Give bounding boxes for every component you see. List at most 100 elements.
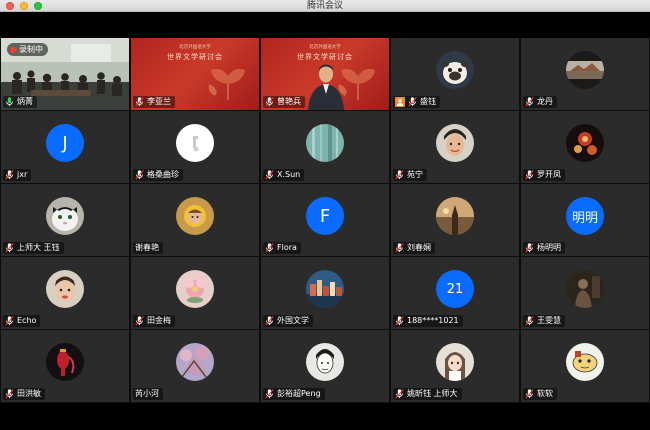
participant-label: 谢春艳: [133, 242, 163, 254]
avatar: [306, 343, 344, 381]
mic-muted-icon: [135, 170, 144, 180]
avatar: [306, 124, 344, 162]
mic-muted-icon: [265, 316, 274, 326]
participant-tile[interactable]: 刘春娴: [391, 184, 519, 256]
participant-tile[interactable]: 盛钰: [391, 38, 519, 110]
participant-name: 188****1021: [407, 316, 459, 325]
participant-name: jxr: [17, 170, 28, 179]
participant-tile[interactable]: 软软: [521, 330, 649, 402]
top-toolbar: [0, 12, 650, 38]
participant-label: 苑宁: [393, 169, 427, 181]
participant-label: 格桑曲珍: [133, 169, 183, 181]
participant-label: 李亚兰: [133, 96, 175, 108]
participant-name: 彭裕超Peng: [277, 389, 321, 398]
mic-muted-icon: [265, 243, 274, 253]
participant-tile[interactable]: 录制中 炳菁: [1, 38, 129, 110]
participant-name: 苑宁: [407, 170, 423, 179]
mic-muted-icon: [408, 97, 417, 107]
participant-tile[interactable]: 姚昕钰 上师大: [391, 330, 519, 402]
participant-label: X.Sun: [263, 169, 305, 181]
participant-label: 刘春娴: [393, 242, 435, 254]
participant-tile[interactable]: 彭裕超Peng: [261, 330, 389, 402]
participant-tile[interactable]: 北京外国语大学 世界文学研讨会 曾艳兵: [261, 38, 389, 110]
mic-muted-icon: [525, 316, 534, 326]
participant-tile[interactable]: 明明 杨明明: [521, 184, 649, 256]
participant-name: 田金梅: [147, 316, 171, 325]
mic-muted-icon: [135, 97, 144, 107]
mic-muted-icon: [265, 389, 274, 399]
avatar: F: [306, 197, 344, 235]
participant-label: 盛钰: [393, 96, 440, 108]
participant-name: 王雯慧: [537, 316, 561, 325]
window-title: 腾讯会议: [306, 1, 343, 11]
participant-tile[interactable]: 田洪敏: [1, 330, 129, 402]
participant-tile[interactable]: 谢春艳: [131, 184, 259, 256]
participant-tile[interactable]: X.Sun: [261, 111, 389, 183]
avatar: [566, 270, 604, 308]
participant-label: 姚昕钰 上师大: [393, 388, 462, 400]
slide-title: 世界文学研讨会: [167, 53, 223, 61]
participant-name: 软软: [537, 389, 553, 398]
participant-tile[interactable]: 王雯慧: [521, 257, 649, 329]
bottom-toolbar: [0, 403, 650, 430]
speaker-video: [305, 60, 347, 110]
slide-org-text: 北京外国语大学: [179, 45, 211, 50]
participant-tile[interactable]: 芮小河: [131, 330, 259, 402]
participant-tile[interactable]: 外国文学: [261, 257, 389, 329]
participant-label: 罗开凤: [523, 169, 565, 181]
participant-tile[interactable]: Jjxr: [1, 111, 129, 183]
mic-muted-icon: [265, 170, 274, 180]
participant-label: 田洪敏: [3, 388, 45, 400]
participant-tile[interactable]: 田金梅: [131, 257, 259, 329]
mic-icon: [5, 97, 14, 107]
participant-name: 罗开凤: [537, 170, 561, 179]
participant-tile[interactable]: 格桑曲珍: [131, 111, 259, 183]
participant-label: 田金梅: [133, 315, 175, 327]
avatar: [566, 51, 604, 89]
avatar: [436, 197, 474, 235]
record-dot-icon: [10, 46, 16, 53]
mic-muted-icon: [265, 97, 274, 107]
participant-name: 龙丹: [537, 97, 553, 106]
participant-name: X.Sun: [277, 170, 301, 179]
mic-muted-icon: [395, 389, 404, 399]
participant-tile[interactable]: 罗开凤: [521, 111, 649, 183]
avatar: [566, 343, 604, 381]
mic-muted-icon: [525, 389, 534, 399]
participant-label: 芮小河: [133, 388, 163, 400]
mic-muted-icon: [5, 389, 14, 399]
participant-label: 彭裕超Peng: [263, 388, 325, 400]
participant-tile[interactable]: 上师大 王钰: [1, 184, 129, 256]
participant-tile[interactable]: F Flora: [261, 184, 389, 256]
participant-name: 田洪敏: [17, 389, 41, 398]
user-icon: [395, 97, 405, 107]
participant-label: 炳菁: [3, 96, 37, 108]
participant-name: 盛钰: [420, 97, 436, 106]
avatar: [436, 124, 474, 162]
window-titlebar: 腾讯会议: [0, 0, 650, 12]
participant-tile[interactable]: 21 188****1021: [391, 257, 519, 329]
participant-label: 龙丹: [523, 96, 557, 108]
avatar: [566, 124, 604, 162]
avatar: [176, 124, 214, 162]
participant-label: 上师大 王钰: [3, 242, 64, 254]
mic-muted-icon: [5, 170, 14, 180]
participant-tile[interactable]: 龙丹: [521, 38, 649, 110]
avatar: 21: [436, 270, 474, 308]
avatar: [176, 197, 214, 235]
mic-muted-icon: [525, 170, 534, 180]
participant-label: Echo: [3, 315, 41, 327]
participant-label: 188****1021: [393, 315, 463, 327]
participant-name: 李亚兰: [147, 97, 171, 106]
mic-muted-icon: [395, 243, 404, 253]
avatar: [176, 343, 214, 381]
participant-tile[interactable]: 北京外国语大学世界文学研讨会李亚兰: [131, 38, 259, 110]
participant-label: 外国文学: [263, 315, 313, 327]
participant-name: 炳菁: [17, 97, 33, 106]
participant-name: 姚昕钰 上师大: [407, 389, 458, 398]
participant-tile[interactable]: 苑宁: [391, 111, 519, 183]
participant-name: 刘春娴: [407, 243, 431, 252]
avatar: [46, 197, 84, 235]
participant-tile[interactable]: Echo: [1, 257, 129, 329]
participant-name: 格桑曲珍: [147, 170, 179, 179]
